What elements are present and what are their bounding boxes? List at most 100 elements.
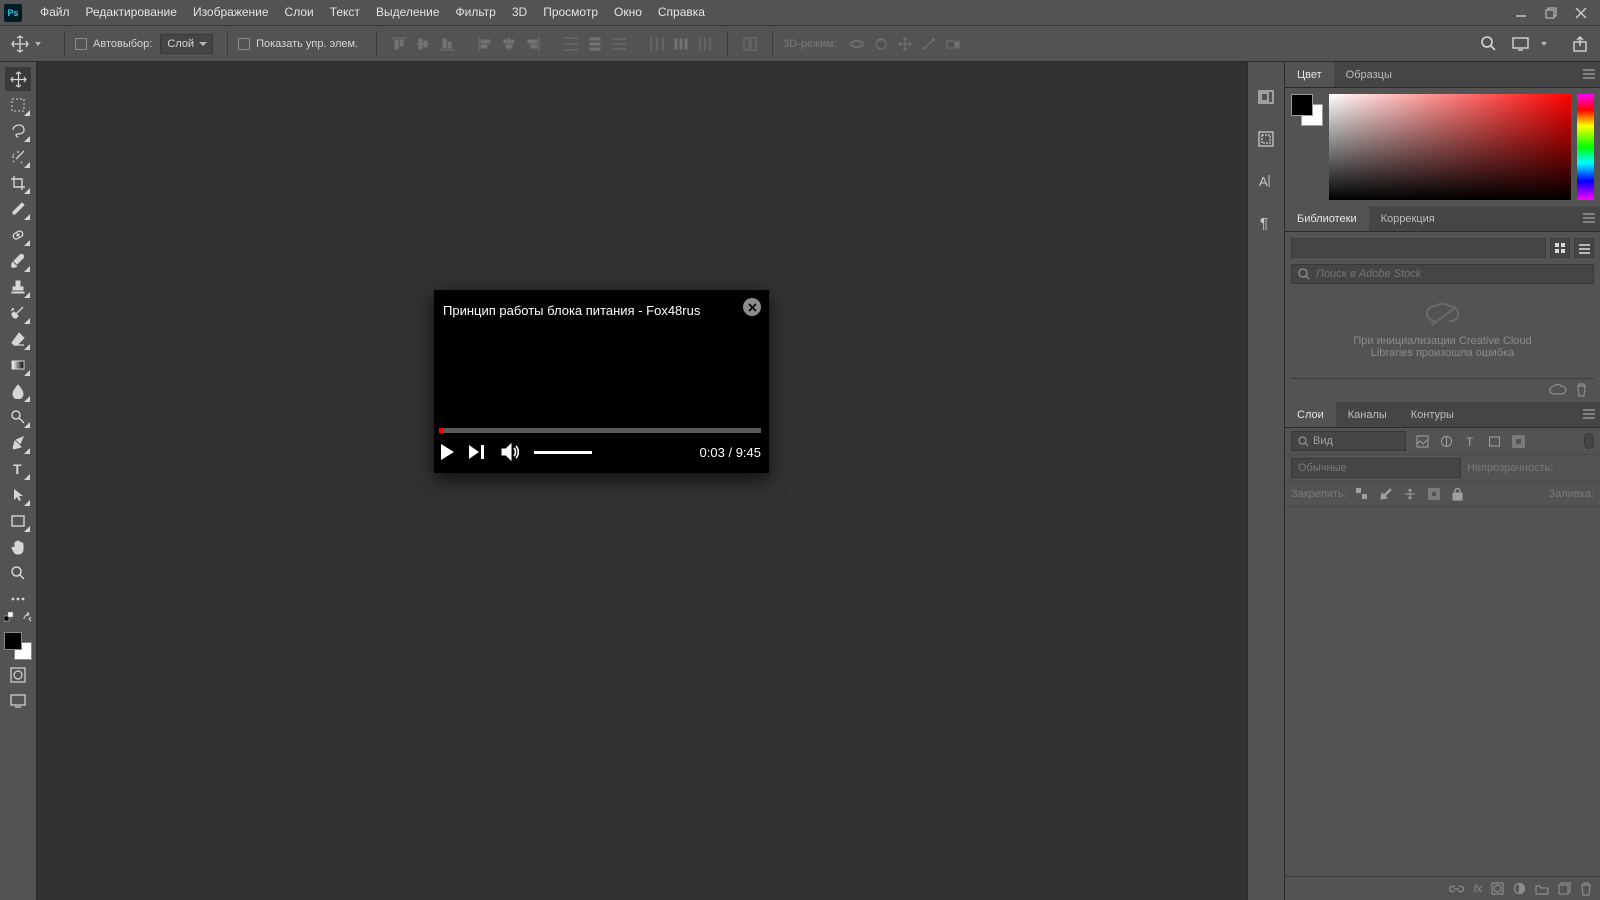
video-seekbar[interactable] <box>439 428 761 433</box>
lock-all-icon[interactable] <box>1449 485 1467 503</box>
more-tools[interactable] <box>5 587 31 611</box>
blur-tool[interactable] <box>5 379 31 403</box>
next-icon[interactable] <box>468 444 488 460</box>
play-icon[interactable] <box>439 443 455 461</box>
adjustment-icon[interactable] <box>1513 882 1526 895</box>
auto-align-icon[interactable] <box>739 33 761 55</box>
menu-file[interactable]: Файл <box>32 0 78 25</box>
screenmode-tool[interactable] <box>5 689 31 713</box>
healing-tool[interactable] <box>5 223 31 247</box>
show-controls-checkbox[interactable] <box>238 38 250 50</box>
dist-vmid-icon[interactable] <box>584 33 606 55</box>
blend-mode-select[interactable]: Обычные <box>1291 458 1461 478</box>
menu-view[interactable]: Просмотр <box>535 0 606 25</box>
new-layer-icon[interactable] <box>1558 882 1571 895</box>
tool-preset-chevron-icon[interactable] <box>34 40 44 48</box>
type-tool[interactable]: T <box>5 457 31 481</box>
move-tool[interactable] <box>5 67 31 91</box>
wand-tool[interactable] <box>5 145 31 169</box>
menu-type[interactable]: Текст <box>322 0 368 25</box>
auto-select-checkbox[interactable] <box>75 38 87 50</box>
lock-artboard-icon[interactable] <box>1425 485 1443 503</box>
lib-cloud-icon[interactable] <box>1549 384 1567 396</box>
align-top-icon[interactable] <box>388 33 410 55</box>
3d-slide-icon[interactable] <box>918 33 940 55</box>
3d-roll-icon[interactable] <box>870 33 892 55</box>
align-vmid-icon[interactable] <box>412 33 434 55</box>
close-button[interactable] <box>1566 0 1596 25</box>
menu-image[interactable]: Изображение <box>185 0 277 25</box>
pen-tool[interactable] <box>5 431 31 455</box>
fx-icon[interactable]: fx <box>1473 883 1482 895</box>
tab-color[interactable]: Цвет <box>1285 62 1334 87</box>
path-select-tool[interactable] <box>5 483 31 507</box>
dist-left-icon[interactable] <box>646 33 668 55</box>
zoom-tool[interactable] <box>5 561 31 585</box>
menu-help[interactable]: Справка <box>650 0 713 25</box>
properties-panel-icon[interactable] <box>1253 126 1279 152</box>
color-swatches[interactable] <box>4 632 32 660</box>
group-icon[interactable] <box>1535 883 1549 895</box>
color-field[interactable] <box>1329 94 1571 200</box>
menu-edit[interactable]: Редактирование <box>78 0 185 25</box>
align-bottom-icon[interactable] <box>436 33 458 55</box>
menu-select[interactable]: Выделение <box>368 0 448 25</box>
lib-panel-menu-icon[interactable] <box>1582 212 1596 224</box>
shape-tool[interactable] <box>5 509 31 533</box>
align-left-icon[interactable] <box>474 33 496 55</box>
lib-trash-icon[interactable] <box>1575 383 1588 397</box>
layers-panel-menu-icon[interactable] <box>1582 408 1596 420</box>
lock-pos-icon[interactable] <box>1401 485 1419 503</box>
lib-grid-view-icon[interactable] <box>1550 238 1570 258</box>
swap-default-colors[interactable] <box>4 612 32 624</box>
auto-select-target[interactable]: Слой <box>160 34 213 54</box>
menu-window[interactable]: Окно <box>606 0 650 25</box>
share-icon[interactable] <box>1569 33 1591 55</box>
stamp-tool[interactable] <box>5 275 31 299</box>
align-hmid-icon[interactable] <box>498 33 520 55</box>
layer-filter-kind[interactable]: Вид <box>1291 431 1406 451</box>
eraser-tool[interactable] <box>5 327 31 351</box>
dist-right-icon[interactable] <box>694 33 716 55</box>
mask-icon[interactable] <box>1491 882 1504 895</box>
color-panel-menu-icon[interactable] <box>1582 68 1596 80</box>
dist-top-icon[interactable] <box>560 33 582 55</box>
3d-camera-icon[interactable] <box>942 33 964 55</box>
screen-mode-chevron-icon[interactable] <box>1540 40 1550 48</box>
tab-libraries[interactable]: Библиотеки <box>1285 206 1369 231</box>
filter-type-icon[interactable]: T <box>1460 431 1480 451</box>
tab-swatches[interactable]: Образцы <box>1334 62 1404 87</box>
volume-icon[interactable] <box>501 443 521 461</box>
menu-filter[interactable]: Фильтр <box>448 0 504 25</box>
dist-bottom-icon[interactable] <box>608 33 630 55</box>
marquee-tool[interactable] <box>5 93 31 117</box>
eyedropper-tool[interactable] <box>5 197 31 221</box>
tab-channels[interactable]: Каналы <box>1336 402 1399 427</box>
history-brush-tool[interactable] <box>5 301 31 325</box>
fg-bg-swatches[interactable] <box>1291 94 1323 200</box>
dist-hmid-icon[interactable] <box>670 33 692 55</box>
tab-layers[interactable]: Слои <box>1285 402 1336 427</box>
lib-search-input[interactable] <box>1316 268 1587 280</box>
brush-tool[interactable] <box>5 249 31 273</box>
character-panel-icon[interactable]: A <box>1253 168 1279 194</box>
video-close-button[interactable] <box>743 298 761 316</box>
gradient-tool[interactable] <box>5 353 31 377</box>
menu-layer[interactable]: Слои <box>277 0 322 25</box>
lock-pixels-icon[interactable] <box>1377 485 1395 503</box>
minimize-button[interactable] <box>1506 0 1536 25</box>
tab-paths[interactable]: Контуры <box>1399 402 1466 427</box>
paragraph-panel-icon[interactable]: ¶ <box>1253 210 1279 236</box>
3d-pan-icon[interactable] <box>894 33 916 55</box>
screen-mode-icon[interactable] <box>1509 33 1531 55</box>
lock-trans-icon[interactable] <box>1353 485 1371 503</box>
library-select[interactable] <box>1291 238 1546 258</box>
quickmask-tool[interactable] <box>5 663 31 687</box>
menu-3d[interactable]: 3D <box>504 0 535 25</box>
history-panel-icon[interactable] <box>1253 84 1279 110</box>
volume-slider[interactable] <box>534 451 592 454</box>
filter-adjust-icon[interactable] <box>1436 431 1456 451</box>
hue-slider[interactable] <box>1577 94 1594 200</box>
dodge-tool[interactable] <box>5 405 31 429</box>
lib-search[interactable] <box>1291 264 1594 284</box>
